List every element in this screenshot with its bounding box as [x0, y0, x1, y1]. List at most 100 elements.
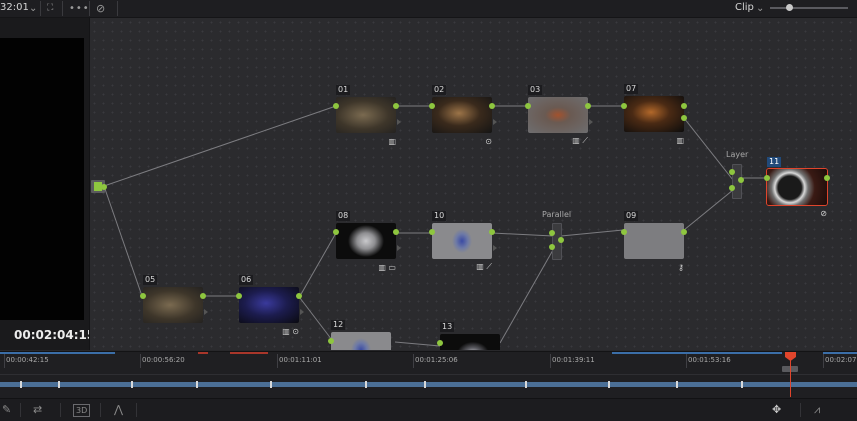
bypass-icon[interactable]: ⊘ [96, 1, 105, 16]
source-output-port[interactable] [101, 184, 107, 190]
divider [62, 1, 63, 16]
node-input-port[interactable] [437, 340, 443, 346]
node-thumbnail [336, 223, 396, 259]
divider [89, 1, 90, 16]
node-02[interactable]: 02 ⊙ [432, 85, 492, 146]
node-output-port[interactable] [296, 293, 302, 299]
node-11[interactable]: 11 ⊘ [766, 157, 828, 218]
node-thumbnail [767, 169, 827, 205]
node-output-port[interactable] [681, 103, 687, 109]
top-toolbar: 32:01 ⌄ ⛶ ••• ⊘ Clip ⌄ [0, 0, 857, 18]
node-status-icons: ▥ ⊙ [282, 327, 299, 336]
key-output-icon[interactable] [493, 245, 497, 251]
node-output-port[interactable] [489, 103, 495, 109]
node-input-port[interactable] [333, 229, 339, 235]
node-status-icons: ▥ ▭ [378, 263, 396, 272]
layer-mixer-label: Layer [726, 150, 749, 159]
clip-boundary [131, 381, 133, 388]
zoom-slider[interactable] [770, 7, 848, 9]
timecode-tick [686, 354, 687, 368]
timecode-tick [277, 354, 278, 368]
node-input-port[interactable] [525, 103, 531, 109]
more-options-icon[interactable]: ••• [69, 1, 90, 16]
node-09[interactable]: 09 ⚷ [624, 211, 684, 272]
node-input-port[interactable] [429, 103, 435, 109]
node-output-port[interactable] [393, 229, 399, 235]
node-thumbnail [239, 287, 299, 323]
node-08[interactable]: 08 ▥ ▭ [336, 211, 396, 272]
node-13[interactable]: 13 [440, 322, 500, 350]
node-output-port[interactable] [681, 115, 687, 121]
wire [103, 185, 143, 297]
node-input-port[interactable] [140, 293, 146, 299]
divider [136, 403, 137, 417]
playhead-line[interactable] [790, 357, 791, 397]
timecode-dropdown-icon[interactable]: ⌄ [29, 1, 37, 16]
node-06[interactable]: 06 ▥ ⊙ [239, 275, 299, 336]
divider [20, 403, 21, 417]
wire [299, 297, 333, 341]
mixer-input-port[interactable] [729, 185, 735, 191]
node-07[interactable]: 07 ▥ [624, 84, 684, 145]
node-output-port[interactable] [200, 293, 206, 299]
node-output-port[interactable] [489, 229, 495, 235]
node-thumbnail [432, 97, 492, 133]
mixer-output-port[interactable] [738, 177, 744, 183]
3d-icon[interactable]: 3D [73, 404, 91, 417]
node-input-port[interactable] [429, 229, 435, 235]
video-track[interactable] [0, 382, 857, 387]
key-output-icon[interactable] [397, 245, 401, 251]
divider [40, 1, 41, 16]
node-output-port[interactable] [681, 229, 687, 235]
node-graph[interactable]: 01 ▥ 02 ⊙ 03 ▥ ⟋ 07 ▥ 08 ▥ ▭ 10 ▥ ⟋ 09 ⚷… [90, 18, 857, 350]
key-output-icon[interactable] [493, 119, 497, 125]
chevron-down-icon[interactable]: ⌄ [756, 1, 764, 16]
divider [800, 403, 801, 417]
mixer-output-port[interactable] [558, 237, 564, 243]
view-mode-dropdown[interactable]: Clip [735, 2, 754, 13]
key-output-icon[interactable] [204, 309, 208, 315]
node-label: 13 [440, 322, 455, 332]
key-output-icon[interactable] [300, 309, 304, 315]
node-label: 08 [336, 211, 351, 221]
clip-boundary [525, 381, 527, 388]
key-output-icon[interactable] [589, 119, 593, 125]
node-thumbnail [331, 332, 391, 350]
timecode-tick [823, 354, 824, 368]
brush-icon[interactable]: ✎ [2, 402, 11, 418]
node-output-port[interactable] [824, 175, 830, 181]
node-output-port[interactable] [585, 103, 591, 109]
node-03[interactable]: 03 ▥ ⟋ [528, 85, 588, 145]
scopes-icon[interactable]: ⩘ [814, 402, 820, 418]
node-input-port[interactable] [764, 175, 770, 181]
node-12[interactable]: 12 [331, 320, 391, 350]
arrows-icon[interactable]: ⇄ [33, 402, 42, 418]
clip-boundary [365, 381, 367, 388]
mixer-input-port[interactable] [549, 244, 555, 250]
keyframe-icon[interactable]: ⋀ [114, 402, 123, 418]
node-input-port[interactable] [236, 293, 242, 299]
node-label: 05 [143, 275, 158, 285]
node-input-port[interactable] [333, 103, 339, 109]
node-input-port[interactable] [328, 338, 334, 344]
node-01[interactable]: 01 ▥ [336, 85, 396, 146]
timeline-marker-bar [0, 352, 115, 354]
wire [491, 232, 554, 237]
node-label: 03 [528, 85, 543, 95]
key-output-icon[interactable] [397, 119, 401, 125]
node-10[interactable]: 10 ▥ ⟋ [432, 211, 492, 271]
mixer-input-port[interactable] [729, 169, 735, 175]
mixer-input-port[interactable] [549, 230, 555, 236]
fullscreen-icon[interactable]: ⛶ [47, 1, 53, 16]
effects-icon[interactable]: ✥ [772, 402, 781, 418]
node-input-port[interactable] [621, 103, 627, 109]
zoom-slider-handle[interactable] [786, 4, 793, 11]
node-input-port[interactable] [621, 229, 627, 235]
node-output-port[interactable] [393, 103, 399, 109]
node-05[interactable]: 05 [143, 275, 203, 323]
node-thumbnail [528, 97, 588, 133]
timecode-tick [550, 354, 551, 368]
mini-timeline[interactable]: 00:00:42:15 00:00:56:20 00:01:11:01 00:0… [0, 351, 857, 399]
node-label: 09 [624, 211, 639, 221]
node-label: 12 [331, 320, 346, 330]
